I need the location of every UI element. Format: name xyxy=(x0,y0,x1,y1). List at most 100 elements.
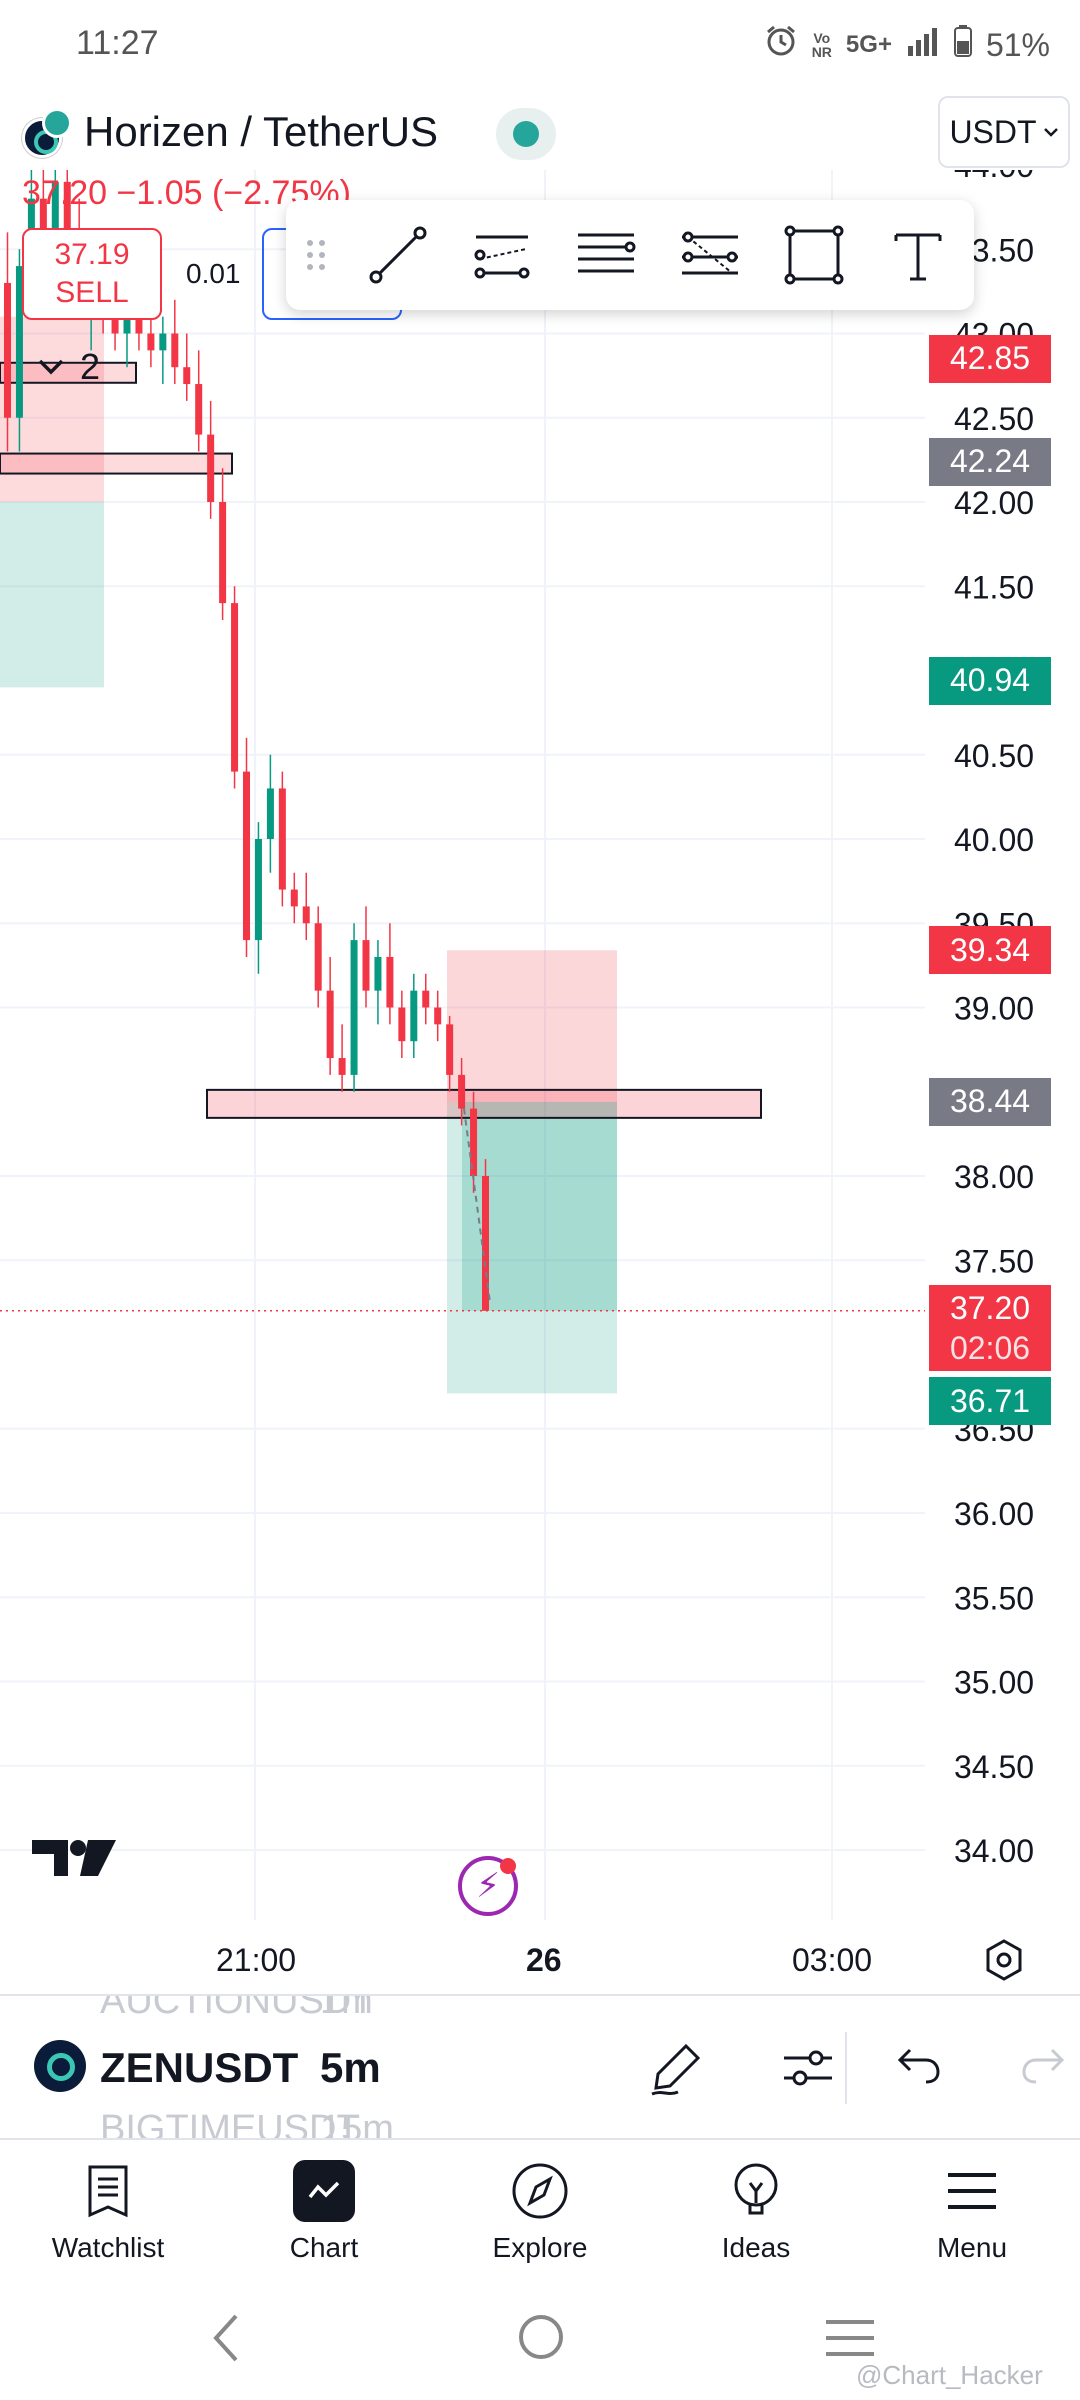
price-tick-label: 44.00 xyxy=(954,170,1034,184)
signal-icon xyxy=(906,26,940,64)
undo-button[interactable] xyxy=(888,2040,944,2101)
take-profit-zone xyxy=(0,502,104,688)
watchlist-icon xyxy=(77,2160,139,2222)
nav-menu[interactable]: Menu xyxy=(864,2140,1080,2280)
recents-icon xyxy=(826,2320,874,2356)
candle-body xyxy=(302,906,310,924)
undo-icon xyxy=(897,2048,940,2084)
candle-body xyxy=(147,333,155,351)
recent-apps-button[interactable] xyxy=(824,2316,876,2365)
sliders-icon xyxy=(784,2050,832,2086)
candle-body xyxy=(350,940,358,1075)
rectangle-tool[interactable] xyxy=(762,200,866,310)
text-tool[interactable] xyxy=(866,200,970,310)
candle-body xyxy=(374,956,382,991)
nav-chart[interactable]: Chart xyxy=(216,2140,432,2280)
symbol-toolbar[interactable]: AUCTIONUSDT 1m ZENUSDT 5m BIGTIMEUSDT 15… xyxy=(0,1996,1080,2140)
nav-label: Menu xyxy=(936,2232,1008,2263)
nav-label: Chart xyxy=(289,2232,359,2263)
home-button[interactable] xyxy=(516,2312,566,2367)
candle-body xyxy=(278,788,286,890)
chart-tools xyxy=(610,2032,874,2104)
trend-line-tool[interactable] xyxy=(346,200,450,310)
sell-label: SELL xyxy=(55,276,129,309)
pencil-icon xyxy=(651,2043,701,2096)
pitchfork-icon xyxy=(682,231,738,275)
price-tick-label: 34.50 xyxy=(954,1749,1034,1785)
price-tick-label: 39.00 xyxy=(954,991,1034,1027)
price-tick-label: 41.50 xyxy=(954,569,1034,605)
candle-body xyxy=(422,990,430,1008)
network-type: 5G+ xyxy=(845,31,892,58)
parallel-channel-tool[interactable] xyxy=(450,200,554,310)
symbol-picker[interactable]: ZENUSDT xyxy=(100,2044,298,2092)
drawing-tools-button[interactable] xyxy=(610,2032,742,2104)
battery-level: 51% xyxy=(985,26,1050,63)
price-chart[interactable]: 44.0043.5043.0042.5042.0041.5040.5040.00… xyxy=(0,170,1080,1920)
horizontal-lines-tool[interactable] xyxy=(554,200,658,310)
candle-body xyxy=(207,434,215,502)
parallel-channel-icon xyxy=(474,235,530,279)
trend-line-icon xyxy=(369,226,427,284)
stop-loss-zone xyxy=(447,950,617,1102)
compass-icon xyxy=(509,2160,571,2222)
price-tag-value: 42.24 xyxy=(949,443,1031,480)
indicators-button[interactable] xyxy=(742,2032,874,2104)
collapse-count: 2 xyxy=(80,346,101,387)
spread-value: 0.01 xyxy=(186,258,241,289)
nav-ideas[interactable]: Ideas xyxy=(648,2140,864,2280)
candle-body xyxy=(326,990,334,1059)
price-tag: 40.94 xyxy=(929,656,1051,705)
pitchfork-tool[interactable] xyxy=(658,200,762,310)
currency-label: USDT xyxy=(949,113,1037,150)
back-button[interactable] xyxy=(206,2310,246,2371)
volte-indicator: Vo NR xyxy=(811,30,832,60)
price-tag: 38.44 xyxy=(929,1077,1051,1126)
text-icon xyxy=(894,233,942,281)
candle-body xyxy=(183,367,191,385)
price-tag: 42.24 xyxy=(929,437,1051,486)
tradingview-logo xyxy=(32,1836,116,1885)
candle-body xyxy=(398,1007,406,1042)
horizontal-lines-icon xyxy=(578,233,636,273)
price-tick-label: 38.00 xyxy=(954,1159,1034,1195)
nav-label: Explore xyxy=(492,2232,588,2263)
bar-countdown: 02:06 xyxy=(949,1329,1031,1366)
interval-picker[interactable]: 5m xyxy=(320,2044,381,2092)
redo-button[interactable] xyxy=(1018,2040,1074,2101)
currency-selector[interactable]: USDT xyxy=(938,96,1070,168)
candle-body xyxy=(231,603,239,772)
price-tag-value: 38.44 xyxy=(949,1083,1031,1120)
price-tag: 42.85 xyxy=(929,334,1051,383)
price-tag-value: 36.71 xyxy=(949,1382,1031,1419)
price-tick-label: 40.50 xyxy=(954,738,1034,774)
menu-icon xyxy=(941,2160,1003,2222)
candle-body xyxy=(314,923,322,991)
time-axis[interactable]: 21:00 26 03:00 xyxy=(0,1920,1080,1996)
candle-body xyxy=(243,771,250,941)
battery-icon xyxy=(953,25,972,65)
candle-body xyxy=(458,1074,466,1109)
chart-settings-icon[interactable] xyxy=(982,1938,1026,1987)
nav-explore[interactable]: Explore xyxy=(432,2140,648,2280)
last-price: 37.20 xyxy=(22,174,108,212)
nav-watchlist[interactable]: Watchlist xyxy=(0,2140,216,2280)
interval-picker-next[interactable]: 15m xyxy=(320,2108,394,2138)
chart-canvas[interactable]: 44.0043.5043.0042.5042.0041.5040.5040.00… xyxy=(0,170,1080,1920)
sell-button[interactable]: 37.19 SELL xyxy=(22,228,162,320)
price-tag: 36.71 xyxy=(929,1377,1051,1426)
drag-handle-icon[interactable] xyxy=(286,200,346,310)
candle-body xyxy=(254,839,262,941)
symbol-title[interactable]: Horizen / TetherUS xyxy=(84,108,438,156)
coin-logo xyxy=(34,2040,86,2092)
interval-picker-prev[interactable]: 1m xyxy=(320,1996,373,2023)
support-box xyxy=(0,452,233,475)
candle-body xyxy=(410,990,418,1042)
market-status-indicator[interactable] xyxy=(496,108,556,160)
watermark: @Chart_Hacker xyxy=(856,2360,1043,2390)
drawing-toolbar[interactable] xyxy=(286,200,974,310)
chevron-down-icon xyxy=(1043,128,1058,137)
chevron-down-icon xyxy=(38,359,64,375)
indicator-collapse-toggle[interactable]: 2 xyxy=(36,346,100,388)
price-tick-label: 37.50 xyxy=(954,1243,1034,1279)
